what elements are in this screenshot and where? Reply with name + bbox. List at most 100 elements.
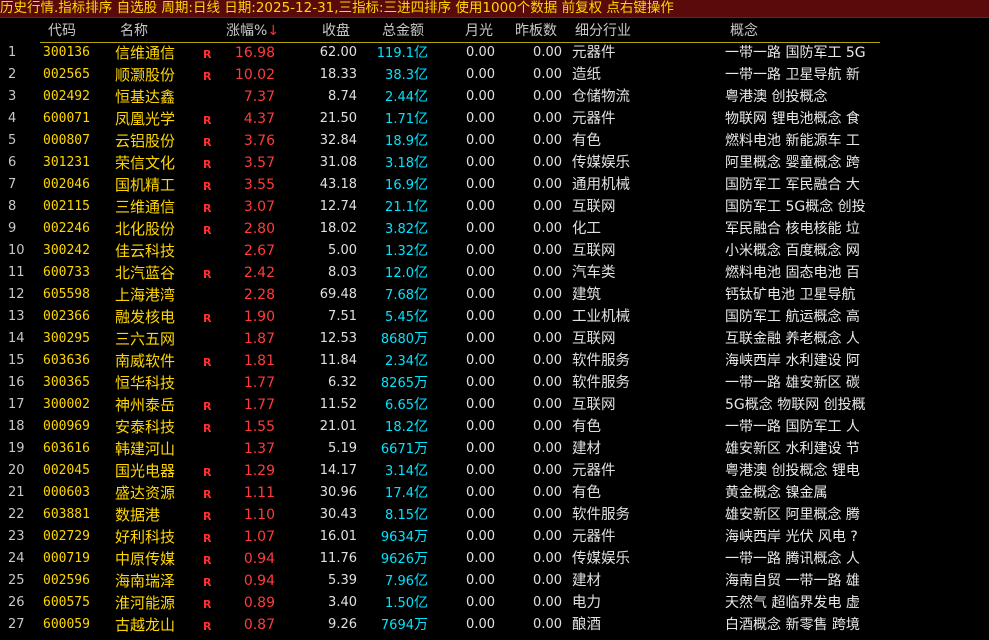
table-row[interactable]: 13 002366 融发核电 R 1.90 7.51 0.00 0.00 工业机械 国防军工 航运… bbox=[0, 306, 989, 328]
table-row[interactable]: 12 605598 上海港湾 2.28 69.48 0.00 0.00 建筑 钙钛矿电池 卫星导… bbox=[0, 284, 989, 306]
stock-name: 恒华科技 bbox=[115, 374, 176, 392]
close-price: 62.00 bbox=[319, 45, 357, 60]
total-amount: 3.82亿 bbox=[368, 218, 428, 241]
table-row[interactable]: 26 600575 淮河能源 R 0.89 3.40 0.00 0.00 电力 天然气 超临界发电… bbox=[0, 592, 989, 614]
margin-flag: R bbox=[203, 224, 212, 237]
table-row[interactable]: 15 603636 南威软件 R 1.81 11.84 0.00 0.00 软件服务 海峡西岸 水… bbox=[0, 350, 989, 372]
yueguang-value: 0.00 bbox=[466, 287, 495, 302]
yueguang-value: 0.00 bbox=[466, 111, 495, 126]
concept: 互联金融 养老概念 人 bbox=[725, 331, 860, 347]
table-row[interactable]: 18 000969 安泰科技 R 1.55 21.01 0.00 0.00 有色 一带一路 国防军… bbox=[0, 416, 989, 438]
yueguang-value: 0.00 bbox=[466, 265, 495, 280]
zhaban-value: 0.00 bbox=[533, 287, 562, 302]
concept: 一带一路 国防军工 5G bbox=[725, 45, 866, 61]
change-pct: 3.76 bbox=[243, 133, 275, 149]
stock-name: 荣信文化 bbox=[115, 154, 176, 172]
close-price: 18.02 bbox=[319, 221, 357, 236]
zhaban-value: 0.00 bbox=[533, 133, 562, 148]
table-row[interactable]: 10 300242 佳云科技 2.67 5.00 0.00 0.00 互联网 小米概念 百度概念… bbox=[0, 240, 989, 262]
row-index: 24 bbox=[8, 551, 25, 566]
table-row[interactable]: 7 002046 国机精工 R 3.55 43.18 0.00 0.00 通用机械 国防军工 军民… bbox=[0, 174, 989, 196]
header-pct[interactable]: 涨幅%↓ bbox=[226, 20, 279, 42]
block-label[interactable]: 自选股 bbox=[117, 0, 158, 16]
amount-unit: 亿 bbox=[414, 133, 428, 149]
yueguang-value: 0.00 bbox=[466, 133, 495, 148]
table-row[interactable]: 21 000603 盛达资源 R 1.11 30.96 0.00 0.00 有色 黄金概念 镍金属… bbox=[0, 482, 989, 504]
margin-flag: R bbox=[203, 488, 212, 501]
total-amount: 8265万 bbox=[368, 372, 428, 395]
table-row[interactable]: 17 300002 神州泰岳 R 1.77 11.52 0.00 0.00 互联网 5G概念 物联… bbox=[0, 394, 989, 416]
table-row[interactable]: 20 002045 国光电器 R 1.29 14.17 0.00 0.00 元器件 粤港澳 创投概… bbox=[0, 460, 989, 482]
header-code[interactable]: 代码 bbox=[48, 20, 76, 42]
table-row[interactable]: 3 002492 恒基达鑫 7.37 8.74 0.00 0.00 仓储物流 粤港澳 创投概念 2… bbox=[0, 86, 989, 108]
change-pct: 1.29 bbox=[243, 463, 275, 479]
date-value[interactable]: 2025-12-31,三 bbox=[256, 0, 352, 16]
amount-unit: 万 bbox=[414, 375, 428, 391]
table-row[interactable]: 1 300136 信维通信 R 16.98 62.00 0.00 0.00 元器件 一带一路 国防… bbox=[0, 42, 989, 64]
row-index: 2 bbox=[8, 67, 17, 82]
stock-name: 南威软件 bbox=[115, 352, 176, 370]
header-pct-label: 涨幅% bbox=[226, 23, 268, 39]
table-row[interactable]: 24 000719 中原传媒 R 0.94 11.76 0.00 0.00 传媒娱乐 一带一路 腾… bbox=[0, 548, 989, 570]
yueguang-value: 0.00 bbox=[466, 573, 495, 588]
row-index: 7 bbox=[8, 177, 17, 192]
row-index: 19 bbox=[8, 441, 25, 456]
table-row[interactable]: 27 600059 古越龙山 R 0.87 9.26 0.00 0.00 酿酒 白酒概念 新零售 … bbox=[0, 614, 989, 636]
change-pct: 16.98 bbox=[234, 45, 275, 61]
stock-name: 国机精工 bbox=[115, 176, 176, 194]
row-index: 27 bbox=[8, 617, 25, 632]
stock-name: 信维通信 bbox=[115, 44, 176, 62]
stock-name: 神州泰岳 bbox=[115, 396, 176, 414]
table-row[interactable]: 8 002115 三维通信 R 3.07 12.74 0.00 0.00 互联网 国防军工 5G概… bbox=[0, 196, 989, 218]
stock-name: 中原传媒 bbox=[115, 550, 176, 568]
margin-flag: R bbox=[203, 400, 212, 413]
table-row[interactable]: 5 000807 云铝股份 R 3.76 32.84 0.00 0.00 有色 燃料电池 新能源车… bbox=[0, 130, 989, 152]
amount-unit: 亿 bbox=[414, 265, 428, 281]
concept: 一带一路 雄安新区 碳 bbox=[725, 375, 860, 391]
header-concept[interactable]: 概念 bbox=[730, 20, 758, 42]
table-row[interactable]: 6 301231 荣信文化 R 3.57 31.08 0.00 0.00 传媒娱乐 阿里概念 婴童… bbox=[0, 152, 989, 174]
close-price: 9.26 bbox=[328, 617, 357, 632]
table-row[interactable]: 16 300365 恒华科技 1.77 6.32 0.00 0.00 软件服务 一带一路 雄安新… bbox=[0, 372, 989, 394]
period-value[interactable]: 日线 bbox=[193, 0, 220, 16]
change-pct: 1.07 bbox=[243, 529, 275, 545]
margin-flag: R bbox=[203, 48, 212, 61]
header-close[interactable]: 收盘 bbox=[322, 20, 350, 42]
table-row[interactable]: 11 600733 北汽蓝谷 R 2.42 8.03 0.00 0.00 汽车类 燃料电池 固态电… bbox=[0, 262, 989, 284]
stock-name: 上海港湾 bbox=[115, 286, 176, 304]
table-row[interactable]: 22 603881 数据港 R 1.10 30.43 0.00 0.00 软件服务 雄安新区 阿里… bbox=[0, 504, 989, 526]
table-row[interactable]: 23 002729 好利科技 R 1.07 16.01 0.00 0.00 元器件 海峡西岸 光伏… bbox=[0, 526, 989, 548]
amount-unit: 万 bbox=[414, 331, 428, 347]
header-amount[interactable]: 总金额 bbox=[382, 20, 424, 42]
header-zhaban[interactable]: 昨板数 bbox=[515, 20, 557, 42]
zhaban-value: 0.00 bbox=[533, 309, 562, 324]
margin-flag: R bbox=[203, 312, 212, 325]
header-yueguang[interactable]: 月光 bbox=[465, 20, 493, 42]
yueguang-value: 0.00 bbox=[466, 353, 495, 368]
change-pct: 1.10 bbox=[243, 507, 275, 523]
zhaban-value: 0.00 bbox=[533, 353, 562, 368]
margin-flag: R bbox=[203, 422, 212, 435]
stock-name: 三维通信 bbox=[115, 198, 176, 216]
total-amount: 7694万 bbox=[368, 614, 428, 637]
change-pct: 1.77 bbox=[243, 397, 275, 413]
zhaban-value: 0.00 bbox=[533, 221, 562, 236]
indicator-value[interactable]: 三进四排序 bbox=[384, 0, 452, 16]
header-industry[interactable]: 细分行业 bbox=[575, 20, 631, 42]
concept: 阿里概念 婴童概念 跨 bbox=[725, 155, 860, 171]
table-row[interactable]: 14 300295 三六五网 1.87 12.53 0.00 0.00 互联网 互联金融 养老概… bbox=[0, 328, 989, 350]
close-price: 14.17 bbox=[319, 463, 357, 478]
header-name[interactable]: 名称 bbox=[120, 20, 148, 42]
table-row[interactable]: 25 002596 海南瑞泽 R 0.94 5.39 0.00 0.00 建材 海南自贸 一带一路… bbox=[0, 570, 989, 592]
mode-label[interactable]: 历史行情.指标排序 bbox=[0, 0, 112, 16]
row-index: 15 bbox=[8, 353, 25, 368]
table-row[interactable]: 19 603616 韩建河山 1.37 5.19 0.00 0.00 建材 雄安新区 水利建设 … bbox=[0, 438, 989, 460]
table-row[interactable]: 2 002565 顺灏股份 R 10.02 18.33 0.00 0.00 造纸 一带一路 卫星导… bbox=[0, 64, 989, 86]
close-price: 11.76 bbox=[319, 551, 357, 566]
stock-table: 1 300136 信维通信 R 16.98 62.00 0.00 0.00 元器件 一带一路 国防… bbox=[0, 42, 989, 636]
table-row[interactable]: 9 002246 北化股份 R 2.80 18.02 0.00 0.00 化工 军民融合 核电核能… bbox=[0, 218, 989, 240]
usage-suffix: 个数据 前复权 点右键操作 bbox=[516, 0, 674, 16]
table-row[interactable]: 4 600071 凤凰光学 R 4.37 21.50 0.00 0.00 元器件 物联网 锂电池概… bbox=[0, 108, 989, 130]
industry: 建材 bbox=[572, 441, 601, 457]
amount-value: 8680 bbox=[380, 332, 414, 347]
